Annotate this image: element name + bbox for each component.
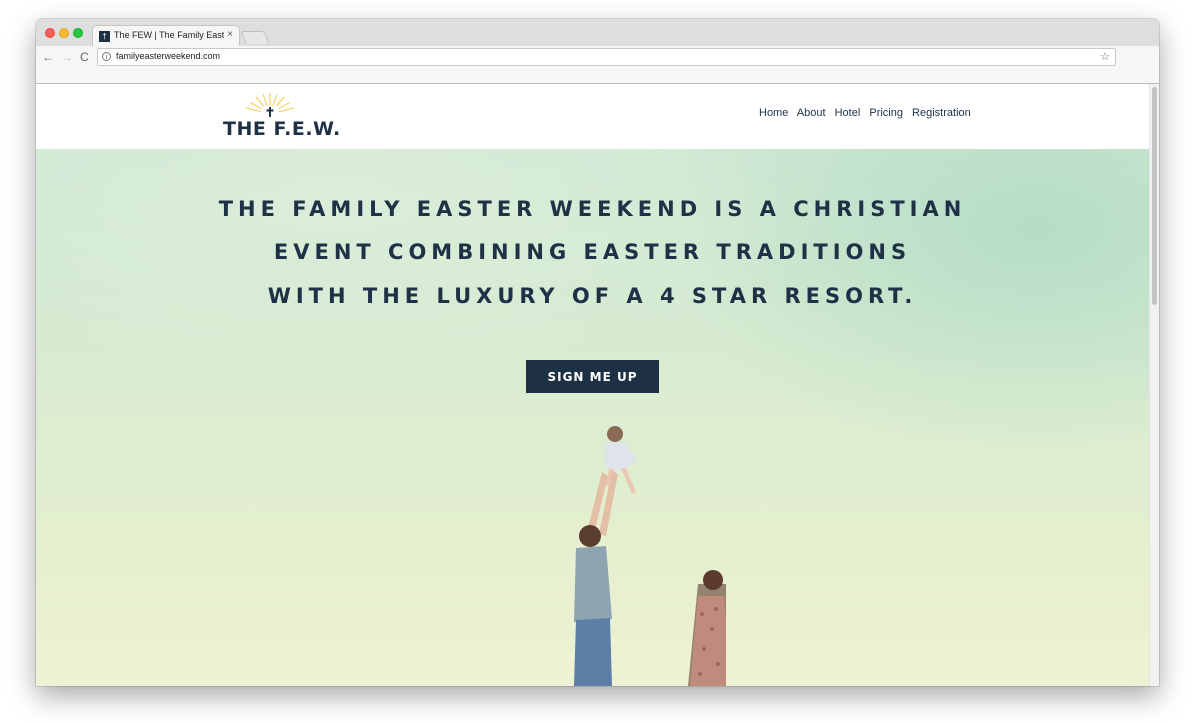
nav-registration[interactable]: Registration bbox=[912, 107, 971, 119]
scrollbar-thumb[interactable] bbox=[1152, 87, 1157, 305]
forward-arrow-icon[interactable]: → bbox=[61, 50, 73, 64]
sign-me-up-button[interactable]: SIGN ME UP bbox=[526, 360, 659, 393]
logo-text: THE F.E.W. bbox=[223, 118, 341, 140]
site-logo[interactable]: THE F.E.W. bbox=[223, 92, 340, 142]
nav-home[interactable]: Home bbox=[759, 107, 788, 119]
new-tab-button[interactable] bbox=[240, 31, 270, 44]
hero-section: THE FAMILY EASTER WEEKEND IS A CHRISTIAN… bbox=[36, 149, 1149, 686]
close-window-button[interactable] bbox=[45, 28, 55, 38]
info-icon[interactable]: i bbox=[102, 52, 111, 61]
browser-tab-active[interactable]: † The FEW | The Family Easter W × bbox=[92, 25, 240, 46]
address-url[interactable]: familyeasterweekend.com bbox=[116, 51, 220, 61]
tab-close-icon[interactable]: × bbox=[227, 29, 233, 40]
browser-toolbar: ← → C i familyeasterweekend.com ☆ bbox=[36, 46, 1159, 84]
back-arrow-icon[interactable]: ← bbox=[42, 50, 54, 64]
address-bar[interactable]: i familyeasterweekend.com ☆ bbox=[97, 48, 1116, 66]
page-scrollbar[interactable] bbox=[1149, 84, 1159, 686]
site-header: THE F.E.W. Home About Hotel Pricing Regi… bbox=[36, 84, 1149, 149]
reload-icon[interactable]: C bbox=[80, 50, 89, 64]
hero-headline-line-1: THE FAMILY EASTER WEEKEND IS A CHRISTIAN bbox=[218, 197, 967, 221]
tab-title: The FEW | The Family Easter W bbox=[114, 30, 224, 40]
favicon-cross-icon: † bbox=[99, 31, 110, 42]
page-viewport: THE F.E.W. Home About Hotel Pricing Regi… bbox=[36, 84, 1149, 686]
main-nav: Home About Hotel Pricing Registration bbox=[759, 107, 977, 119]
star-icon[interactable]: ☆ bbox=[1100, 50, 1110, 63]
tab-strip: † The FEW | The Family Easter W × bbox=[36, 19, 1159, 46]
hero-headline-line-2: EVENT COMBINING EASTER TRADITIONS bbox=[273, 240, 912, 264]
nav-hotel[interactable]: Hotel bbox=[835, 107, 861, 119]
maximize-window-button[interactable] bbox=[73, 28, 83, 38]
nav-pricing[interactable]: Pricing bbox=[869, 107, 903, 119]
nav-about[interactable]: About bbox=[797, 107, 826, 119]
browser-window: † The FEW | The Family Easter W × ← → C … bbox=[36, 19, 1159, 686]
minimize-window-button[interactable] bbox=[59, 28, 69, 38]
hero-headline-line-3: WITH THE LUXURY OF A 4 STAR RESORT. bbox=[267, 284, 918, 308]
family-photo bbox=[574, 426, 726, 686]
